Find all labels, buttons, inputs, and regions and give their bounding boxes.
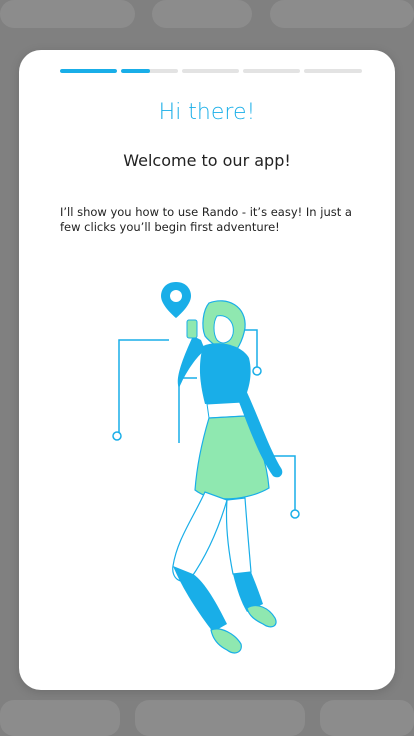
progress-fill: [60, 69, 117, 73]
progress-segment-1: [60, 69, 117, 73]
progress-segment-5: [304, 69, 362, 73]
figure-leg: [225, 497, 252, 575]
progress-segment-3: [182, 69, 239, 73]
connector-line: [178, 377, 197, 443]
phone-icon: [186, 319, 198, 339]
connector-node: [112, 431, 122, 441]
map-pin-icon: [161, 282, 191, 318]
figure-waist: [206, 401, 246, 419]
figure-shoe: [210, 628, 242, 654]
progress-fill: [121, 69, 150, 73]
connector-line: [118, 339, 169, 435]
figure-stocking: [173, 566, 227, 632]
onboarding-description: I’ll show you how to use Rando - it’s ea…: [60, 205, 352, 234]
step-progress: [60, 69, 362, 73]
connector-node: [290, 509, 300, 519]
onboarding-illustration: [112, 282, 300, 654]
figure-leg: [172, 491, 228, 582]
progress-segment-4: [243, 69, 300, 73]
onboarding-title: Hi there!: [158, 100, 256, 125]
progress-segment-2: [121, 69, 178, 73]
onboarding-subtitle: Welcome to our app!: [123, 151, 291, 170]
figure-shoe: [246, 605, 277, 628]
onboarding-card: Hi there! Welcome to our app! I’ll show …: [19, 50, 395, 690]
connector-node: [252, 366, 262, 376]
